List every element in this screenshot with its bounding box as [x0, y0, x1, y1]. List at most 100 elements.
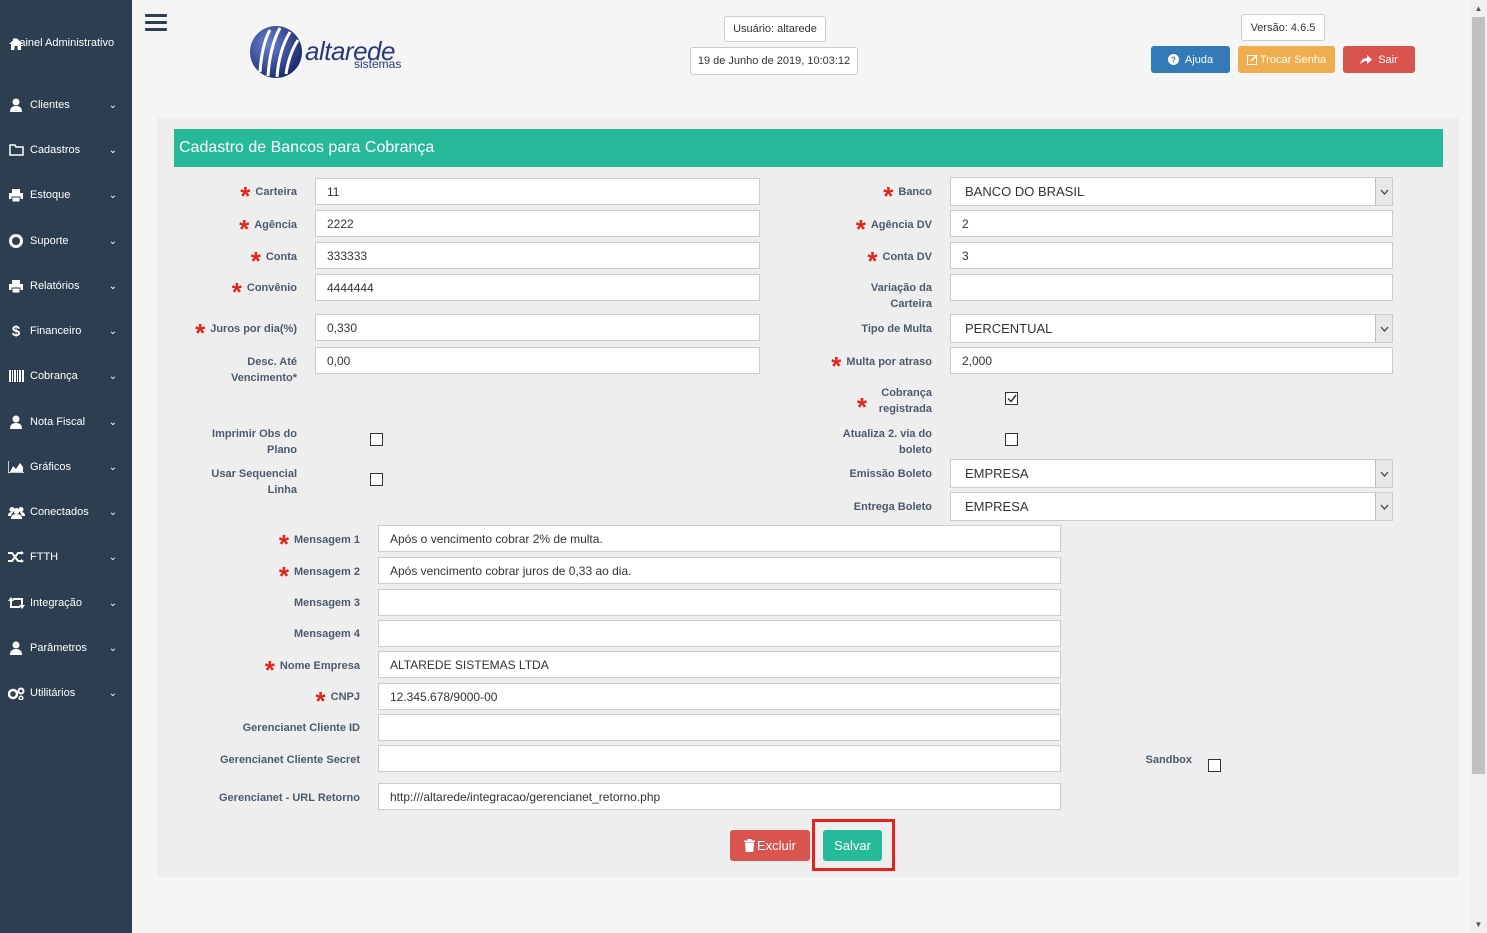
variacao-input[interactable] — [950, 274, 1393, 301]
sidebar-item-painel[interactable]: Painel Administrativo — [0, 36, 132, 70]
label-text: Convênio — [246, 282, 297, 294]
sidebar-item-financeiro[interactable]: $ Financeiro ⌄ — [0, 313, 132, 349]
carteira-label: * Carteira — [174, 180, 297, 209]
save-button[interactable]: Salvar — [823, 830, 882, 861]
version-badge: Versão: 4.6.5 — [1241, 14, 1325, 41]
datetime-badge: 19 de Junho de 2019, 10:03:12 — [690, 47, 858, 75]
mensagem3-input[interactable] — [378, 589, 1061, 616]
mensagem1-input[interactable]: Após o vencimento cobrar 2% de multa. — [378, 525, 1061, 552]
sidebar-item-estoque[interactable]: Estoque ⌄ — [0, 177, 132, 213]
change-password-label: Trocar Senha — [1259, 53, 1327, 66]
dollar-icon: $ — [11, 322, 21, 340]
gn-client-secret-label: Gerencianet Cliente Secret — [219, 754, 360, 766]
emissao-select-value: EMPRESA — [965, 466, 1029, 481]
sidebar-item-label: Cadastros — [30, 143, 81, 156]
carteira-input[interactable]: 11 — [315, 178, 760, 205]
lifebuoy-icon — [7, 233, 25, 249]
user-icon — [7, 97, 25, 113]
gn-client-id-label: Gerencianet Cliente ID — [242, 722, 360, 734]
gn-client-id-input[interactable] — [378, 714, 1061, 741]
sidebar-item-utilitarios[interactable]: Utilitários ⌄ — [0, 675, 132, 711]
convenio-input[interactable]: 4444444 — [315, 274, 760, 301]
entrega-label: Entrega Boleto — [853, 501, 932, 513]
entrega-select[interactable]: EMPRESA — [950, 492, 1393, 521]
sandbox-checkbox[interactable] — [1208, 759, 1221, 772]
required-asterisk-icon: * — [856, 392, 867, 422]
gn-client-secret-input[interactable] — [378, 745, 1061, 772]
juros-input[interactable]: 0,330 — [315, 314, 760, 341]
tipo-multa-select[interactable]: PERCENTUAL — [950, 314, 1393, 343]
desconto-input[interactable]: 0,00 — [315, 347, 760, 374]
mensagem2-input[interactable]: Após vencimento cobrar juros de 0,33 ao … — [378, 557, 1061, 584]
sidebar-item-cadastros[interactable]: Cadastros ⌄ — [0, 132, 132, 168]
emissao-select[interactable]: EMPRESA — [950, 459, 1393, 488]
scroll-down-icon[interactable]: ▼ — [1470, 916, 1487, 933]
agencia-label: * Agência — [174, 213, 297, 242]
gn-url-label: Gerencianet - URL Retorno — [219, 792, 360, 804]
delete-button[interactable]: Excluir — [730, 830, 810, 861]
sidebar-item-graficos[interactable]: Gráficos ⌄ — [0, 449, 132, 485]
chevron-down-icon: ⌄ — [108, 597, 118, 609]
sidebar-item-ftth[interactable]: FTTH ⌄ — [0, 539, 132, 575]
required-asterisk-icon: * — [315, 686, 326, 716]
sidebar-item-suporte[interactable]: Suporte ⌄ — [0, 223, 132, 259]
sidebar-item-parametros[interactable]: Parâmetros ⌄ — [0, 630, 132, 666]
sidebar-item-relatorios[interactable]: Relatórios ⌄ — [0, 268, 132, 304]
sidebar-item-conectados[interactable]: Conectados ⌄ — [0, 494, 132, 530]
scrollbar-thumb[interactable] — [1472, 17, 1485, 774]
banco-select[interactable]: BANCO DO BRASIL — [950, 177, 1393, 206]
chevron-down-icon: ⌄ — [108, 461, 118, 473]
sidebar-item-label: Gráficos — [30, 460, 71, 473]
required-asterisk-icon: * — [867, 246, 878, 276]
label-text: Mensagem 2 — [293, 566, 360, 578]
cnpj-input[interactable]: 12.345.678/9000-00 — [378, 683, 1061, 710]
chevron-down-icon: ⌄ — [108, 551, 118, 563]
change-password-button[interactable]: Trocar Senha — [1238, 46, 1335, 73]
sidebar-item-nota-fiscal[interactable]: Nota Fiscal ⌄ — [0, 404, 132, 440]
usar-sequencial-checkbox[interactable] — [370, 473, 383, 486]
printer-icon — [7, 278, 25, 294]
agencia-input[interactable]: 2222 — [315, 210, 760, 237]
nome-empresa-input[interactable]: ALTAREDE SISTEMAS LTDA — [378, 651, 1061, 678]
tipo-multa-label: Tipo de Multa — [861, 323, 932, 335]
label-text: Mensagem 1 — [293, 534, 360, 546]
multa-input[interactable]: 2,000 — [950, 347, 1393, 374]
imprimir-obs-label: Imprimir Obs do Plano — [212, 428, 297, 456]
logout-button[interactable]: Sair — [1343, 46, 1415, 73]
mensagem1-label: * Mensagem 1 — [200, 528, 360, 557]
variacao-label: Variação da Carteira — [870, 282, 932, 310]
chevron-down-icon — [1375, 315, 1392, 342]
conta-input[interactable]: 333333 — [315, 242, 760, 269]
question-icon: ? — [1167, 54, 1179, 65]
sidebar-item-label: Conectados — [30, 505, 89, 518]
cobranca-registrada-checkbox[interactable] — [1005, 392, 1018, 405]
conta-dv-input[interactable]: 3 — [950, 242, 1393, 269]
cogs-icon — [7, 685, 25, 701]
agencia-dv-input[interactable]: 2 — [950, 210, 1393, 237]
banco-label: * Banco — [810, 180, 932, 209]
required-asterisk-icon: * — [250, 246, 261, 276]
atualiza-via-checkbox[interactable] — [1005, 433, 1018, 446]
scroll-up-icon[interactable]: ▲ — [1470, 0, 1487, 17]
gn-url-input[interactable]: http:///altarede/integracao/gerencianet_… — [378, 783, 1061, 810]
sidebar-item-label: Utilitários — [30, 686, 76, 699]
sidebar-item-clientes[interactable]: Clientes ⌄ — [0, 87, 132, 123]
menu-toggle-icon[interactable] — [145, 14, 167, 32]
mensagem4-input[interactable] — [378, 620, 1061, 647]
sidebar-item-cobranca[interactable]: Cobrança ⌄ — [0, 358, 132, 394]
sidebar-item-integracao[interactable]: Integração ⌄ — [0, 585, 132, 621]
trash-icon — [743, 839, 755, 852]
share-icon — [1360, 54, 1373, 65]
usar-sequencial-label: Usar Sequencial Linha — [211, 468, 297, 496]
label-text: Agência DV — [870, 219, 932, 231]
chevron-down-icon: ⌄ — [108, 144, 118, 156]
user-icon — [7, 640, 25, 656]
logo-globe-icon — [250, 26, 302, 78]
svg-text:?: ? — [1171, 56, 1176, 65]
agencia-dv-label: * Agência DV — [810, 213, 932, 242]
imprimir-obs-checkbox[interactable] — [370, 433, 383, 446]
label-text: Nome Empresa — [279, 660, 360, 672]
retweet-icon — [7, 595, 25, 611]
help-button[interactable]: ? Ajuda — [1151, 46, 1230, 73]
chevron-down-icon: ⌄ — [108, 506, 118, 518]
